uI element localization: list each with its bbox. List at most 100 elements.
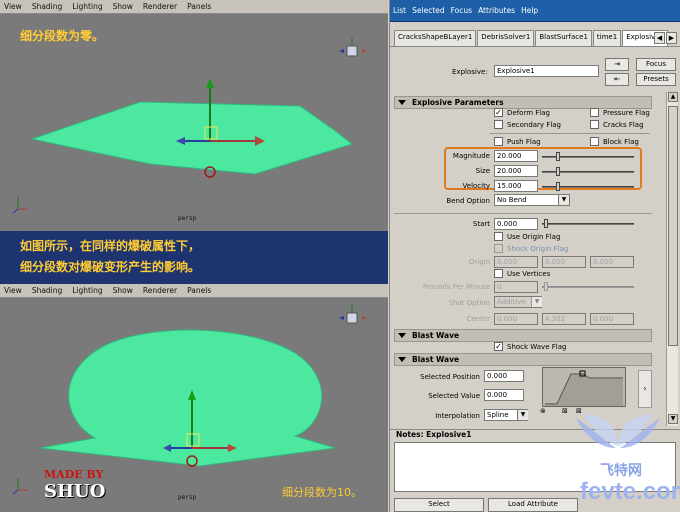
focus-button[interactable]: Focus	[636, 58, 676, 71]
menu-show[interactable]: Show	[113, 2, 133, 11]
focus-icon-button[interactable]: ⇥	[605, 58, 629, 71]
center-y-field: 4.302	[542, 313, 586, 325]
shock-wave-checkbox[interactable]: ✓	[494, 342, 503, 351]
chevron-down-icon[interactable]: ▼	[517, 410, 528, 420]
tab-cracksshape[interactable]: CracksShapeBLayer1	[394, 30, 477, 46]
shuo-label: SHUO	[44, 481, 106, 502]
blast-wave-header[interactable]: Blast Wave	[394, 329, 652, 342]
menu-renderer[interactable]: Renderer	[143, 2, 177, 11]
attribute-scroll-area[interactable]: Explosive Parameters ✓ Deform Flag Press…	[390, 92, 666, 426]
velocity-slider-thumb[interactable]	[556, 182, 560, 191]
load-attribute-button[interactable]: Load Attribute	[488, 498, 578, 512]
menu-list[interactable]: List	[393, 6, 406, 15]
size-field[interactable]: 20.000	[494, 165, 538, 177]
bend-option-label: Bend Option	[446, 197, 490, 205]
menu-help[interactable]: Help	[521, 6, 538, 15]
bottom-viewport[interactable]: View Shading Lighting Show Renderer Pane…	[0, 284, 388, 512]
block-flag-checkbox[interactable]	[590, 137, 599, 146]
magnitude-label: Magnitude	[452, 152, 490, 160]
selected-value-field[interactable]: 0.000	[484, 389, 524, 401]
deform-flag-checkbox[interactable]: ✓	[494, 108, 503, 117]
viewport-menubar: View Shading Lighting Show Renderer Pane…	[0, 0, 388, 14]
select-button[interactable]: Select	[394, 498, 484, 512]
menu-attributes[interactable]: Attributes	[478, 6, 515, 15]
secondary-flag-label: Secondary Flag	[507, 121, 562, 129]
tab-debrissolver[interactable]: DebrisSolver1	[477, 30, 535, 46]
middle-caption-2: 细分段数对爆破变形产生的影响。	[20, 260, 201, 274]
blast-wave-subheader[interactable]: Blast Wave	[394, 353, 652, 366]
ramp-point-icon[interactable]: ⊗	[540, 407, 546, 415]
tab-left-arrow-icon[interactable]: ◀	[654, 32, 665, 44]
scrollbar-thumb[interactable]	[668, 106, 678, 346]
collapse-triangle-icon	[398, 100, 406, 105]
fpm-slider	[542, 286, 634, 288]
interpolation-label: Interpolation	[435, 412, 480, 420]
velocity-field[interactable]: 15.000	[494, 180, 538, 192]
start-slider[interactable]	[542, 223, 634, 225]
magnitude-field[interactable]: 20.000	[494, 150, 538, 162]
shot-option-label: Shot Option	[448, 299, 491, 307]
menu-panels[interactable]: Panels	[187, 2, 211, 11]
shock-origin-checkbox	[494, 244, 503, 253]
start-slider-thumb[interactable]	[544, 219, 548, 228]
ramp-graph[interactable]	[542, 367, 626, 407]
divider	[490, 133, 650, 134]
tab-time[interactable]: time1	[592, 30, 622, 46]
node-name-field[interactable]: Explosive1	[494, 65, 599, 77]
origin-x-field: 0.000	[494, 256, 538, 268]
chevron-down-icon[interactable]: ▼	[558, 195, 569, 205]
bottom-caption: 细分段数为10。	[282, 486, 362, 499]
scroll-up-icon[interactable]: ▲	[668, 92, 678, 102]
velocity-label: Velocity	[462, 182, 490, 190]
pressure-flag-checkbox[interactable]	[590, 108, 599, 117]
shock-origin-label: Shock Origin Flag	[507, 245, 569, 253]
ramp-expand-button[interactable]: ›	[638, 370, 652, 408]
menu-show[interactable]: Show	[113, 286, 133, 295]
start-field[interactable]: 0.000	[494, 218, 538, 230]
use-vertices-label: Use Vertices	[507, 270, 551, 278]
scrollbar[interactable]: ▲ ▼	[666, 92, 678, 426]
deform-flag-label: Deform Flag	[507, 109, 550, 117]
menu-view[interactable]: View	[4, 286, 22, 295]
use-vertices-checkbox[interactable]	[494, 269, 503, 278]
presets-icon-button[interactable]: ⇤	[605, 73, 629, 86]
size-slider-thumb[interactable]	[556, 167, 560, 176]
editor-menubar: List Selected Focus Attributes Help	[390, 0, 680, 22]
viewport-area: View Shading Lighting Show Renderer Pane…	[0, 0, 388, 512]
cracks-flag-label: Cracks Flag	[603, 121, 644, 129]
divider	[394, 213, 652, 214]
top-viewport[interactable]: View Shading Lighting Show Renderer Pane…	[0, 0, 388, 231]
explosive-parameters-header[interactable]: Explosive Parameters	[394, 96, 652, 109]
fpm-slider-thumb	[544, 282, 548, 291]
persp-label: persp	[178, 215, 197, 222]
cracks-flag-checkbox[interactable]	[590, 120, 599, 129]
presets-button[interactable]: Presets	[636, 73, 676, 86]
origin-label: Origin	[468, 258, 490, 266]
fevte-wings-logo	[576, 414, 660, 448]
made-by-label: MADE BY	[44, 468, 104, 481]
menu-shading[interactable]: Shading	[32, 286, 62, 295]
frames-per-minute-label: Frounds Per Minute	[422, 283, 490, 291]
menu-lighting[interactable]: Lighting	[72, 286, 102, 295]
magnitude-slider-thumb[interactable]	[556, 152, 560, 161]
menu-view[interactable]: View	[4, 2, 22, 11]
menu-renderer[interactable]: Renderer	[143, 286, 177, 295]
chevron-down-icon: ▼	[531, 297, 542, 307]
collapse-triangle-icon	[398, 357, 406, 362]
menu-panels[interactable]: Panels	[187, 286, 211, 295]
menu-focus[interactable]: Focus	[451, 6, 472, 15]
menu-lighting[interactable]: Lighting	[72, 2, 102, 11]
selected-value-label: Selected Value	[428, 392, 480, 400]
viewport-menubar-2: View Shading Lighting Show Renderer Pane…	[0, 284, 388, 298]
node-tabs: CracksShapeBLayer1 DebrisSolver1 BlastSu…	[394, 30, 669, 46]
use-origin-label: Use Origin Flag	[507, 233, 561, 241]
tab-blastsurface[interactable]: BlastSurface1	[535, 30, 592, 46]
tab-right-arrow-icon[interactable]: ▶	[666, 32, 677, 44]
menu-shading[interactable]: Shading	[32, 2, 62, 11]
menu-selected[interactable]: Selected	[412, 6, 445, 15]
push-flag-checkbox[interactable]	[494, 137, 503, 146]
secondary-flag-checkbox[interactable]	[494, 120, 503, 129]
selected-position-field[interactable]: 0.000	[484, 370, 524, 382]
use-origin-checkbox[interactable]	[494, 232, 503, 241]
center-label: Center	[466, 315, 490, 323]
